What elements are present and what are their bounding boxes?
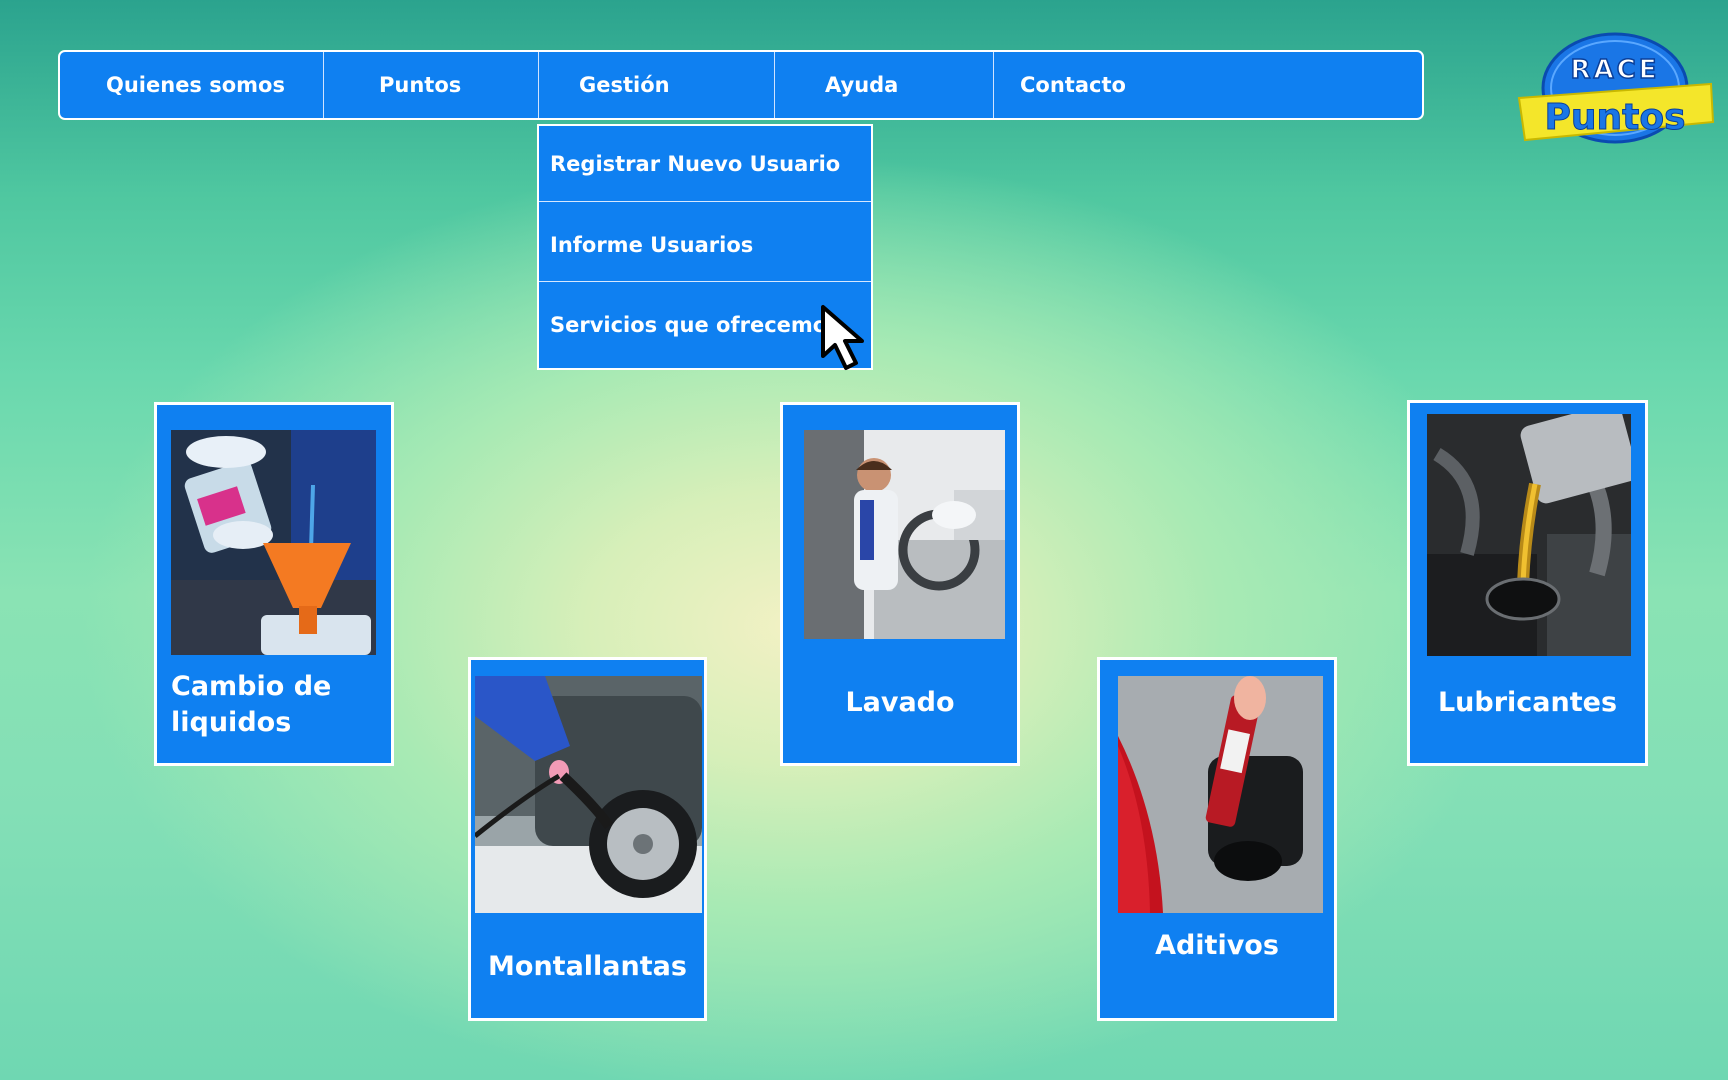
cambio-liquidos-label-line1: Cambio de — [171, 671, 332, 702]
lavado-label: Lavado — [845, 687, 955, 718]
cambio-liquidos-photo — [171, 430, 376, 655]
race-puntos-logo: RACE Puntos — [1515, 32, 1715, 150]
lubricantes-photo — [1427, 414, 1631, 656]
nav-item-ayuda[interactable]: Ayuda — [775, 52, 994, 118]
menu-item-registrar-usuario[interactable]: Registrar Nuevo Usuario — [539, 126, 871, 202]
service-card-aditivos[interactable]: Aditivos — [1097, 657, 1337, 1021]
service-card-montallantas[interactable]: Montallantas — [468, 657, 707, 1021]
nav-item-puntos[interactable]: Puntos — [324, 52, 539, 118]
montallantas-photo — [475, 676, 702, 913]
aditivos-label: Aditivos — [1155, 930, 1279, 961]
cambio-liquidos-label-line2: liquidos — [171, 707, 292, 738]
menu-item-informe-usuarios[interactable]: Informe Usuarios — [539, 202, 871, 282]
logo-race-text: RACE — [1571, 55, 1660, 85]
montallantas-label: Montallantas — [488, 951, 687, 982]
service-card-lavado[interactable]: Lavado — [780, 402, 1020, 766]
service-card-cambio-liquidos[interactable]: Cambio de liquidos — [154, 402, 394, 766]
service-card-lubricantes[interactable]: Lubricantes — [1407, 400, 1648, 766]
nav-item-quienes-somos[interactable]: Quienes somos — [60, 52, 324, 118]
main-nav-bar: Quienes somos Puntos Gestión Ayuda Conta… — [58, 50, 1424, 120]
aditivos-photo — [1118, 676, 1323, 913]
mouse-pointer-icon — [820, 304, 870, 374]
nav-item-gestion[interactable]: Gestión — [539, 52, 775, 118]
lavado-photo — [804, 430, 1005, 639]
lubricantes-label: Lubricantes — [1437, 687, 1618, 718]
nav-item-contacto[interactable]: Contacto — [994, 52, 1422, 118]
logo-puntos-text: Puntos — [1544, 97, 1685, 138]
